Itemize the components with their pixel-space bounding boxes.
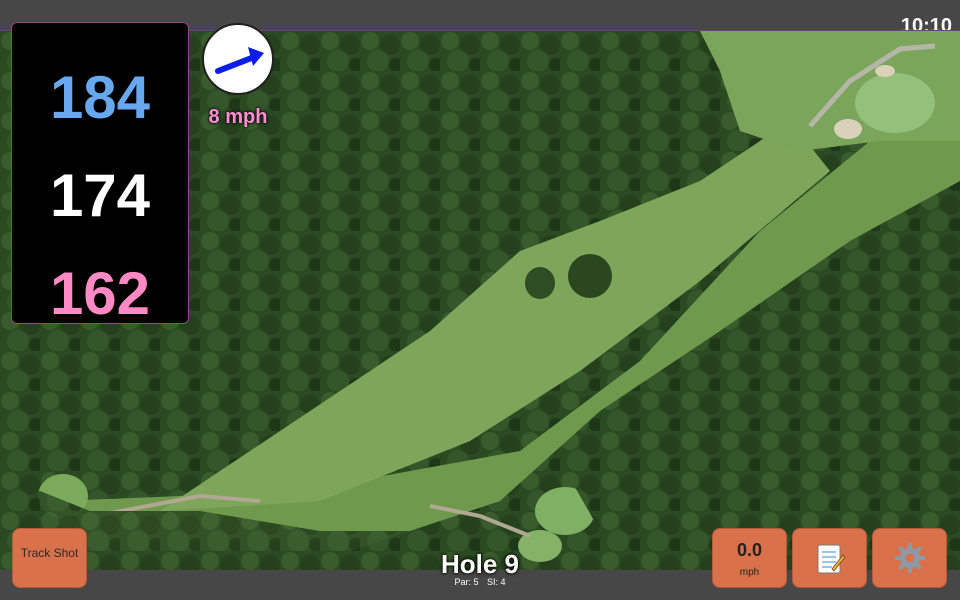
wind-speed-label: 8 mph	[208, 106, 268, 128]
middle-distance: 174	[49, 162, 151, 229]
wind-value: 0.0	[736, 540, 763, 560]
stroke-index-label: SI: 4	[487, 577, 506, 587]
wind-direction-indicator	[202, 23, 274, 95]
wind-speed-button[interactable]: 0.0 mph	[712, 528, 787, 588]
wind-unit: mph	[739, 567, 760, 578]
back-distance: 184	[49, 64, 151, 131]
distance-panel: 184 174 162	[11, 22, 189, 327]
settings-button[interactable]	[872, 528, 947, 588]
notes-button[interactable]	[792, 528, 867, 588]
par-label: Par: 5	[454, 577, 479, 587]
hole-info: Par: 5 SI: 4	[400, 577, 560, 587]
track-shot-button[interactable]: Track Shot	[12, 528, 87, 588]
notepad-icon	[817, 544, 846, 574]
gear-icon	[895, 543, 925, 573]
arrow-icon	[215, 47, 264, 74]
hole-title: Hole 9	[440, 549, 520, 579]
front-distance: 162	[49, 260, 151, 327]
